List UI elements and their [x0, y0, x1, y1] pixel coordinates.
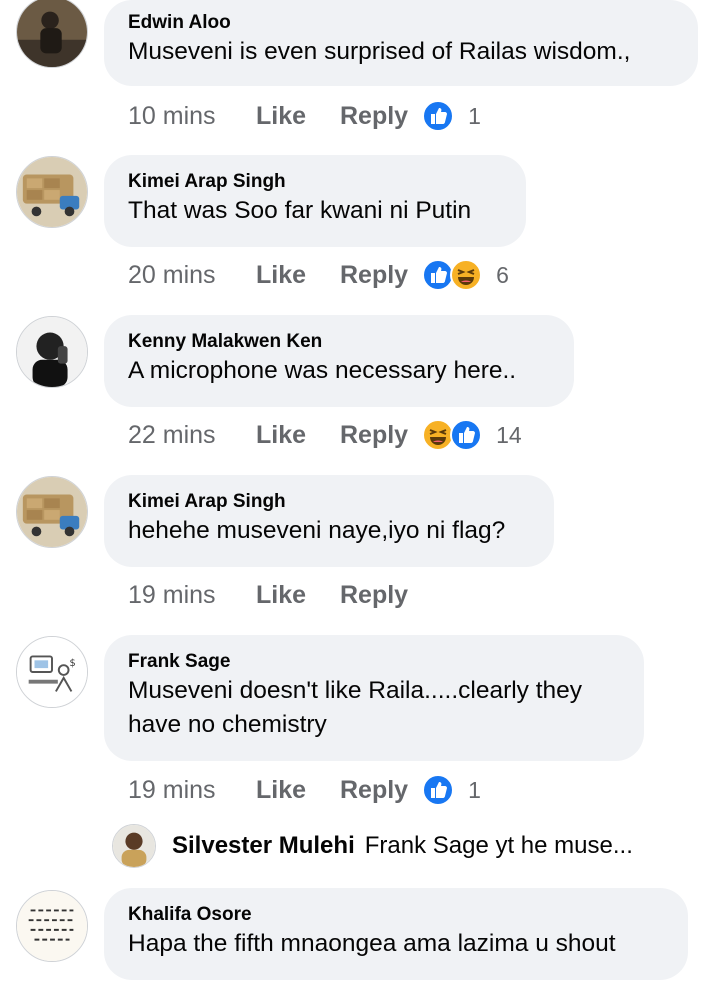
reply-preview[interactable]: Silvester Mulehi Frank Sage yt he muse..… — [112, 824, 633, 868]
reply-author-name[interactable]: Silvester Mulehi — [172, 832, 355, 860]
comment-time[interactable]: 20 mins — [128, 261, 256, 290]
like-reaction-icon — [422, 774, 455, 806]
avatar[interactable] — [16, 476, 88, 548]
like-button[interactable]: Like — [256, 581, 340, 610]
comment-actions: 19 mins Like Reply — [128, 575, 422, 615]
svg-text:$: $ — [70, 658, 76, 669]
like-reaction-icon — [422, 100, 455, 132]
reply-avatar[interactable] — [112, 824, 156, 868]
comment-bubble[interactable]: Kimei Arap Singh hehehe museveni naye,iy… — [104, 475, 554, 567]
reply-button[interactable]: Reply — [340, 421, 408, 450]
reaction-summary[interactable]: 1 — [422, 774, 481, 806]
comment-actions: 10 mins Like Reply 1 — [128, 96, 481, 136]
comment-text: That was Soo far kwani ni Putin — [128, 197, 472, 224]
comment-text: Museveni doesn't like Raila.....clearly … — [128, 677, 583, 738]
haha-reaction-icon — [450, 259, 483, 291]
reaction-summary[interactable]: 1 — [422, 100, 481, 132]
like-button[interactable]: Like — [256, 421, 340, 450]
comment-time[interactable]: 19 mins — [128, 581, 256, 610]
comment-text: Museveni is even surprised of Railas wis… — [128, 38, 631, 65]
comment-time[interactable]: 22 mins — [128, 421, 256, 450]
commenter-name[interactable]: Kimei Arap Singh — [128, 170, 504, 194]
commenter-name[interactable]: Kenny Malakwen Ken — [128, 330, 552, 354]
like-button[interactable]: Like — [256, 102, 340, 131]
reaction-count: 1 — [468, 102, 481, 129]
comment-bubble[interactable]: Edwin Aloo Museveni is even surprised of… — [104, 0, 698, 86]
avatar[interactable] — [16, 890, 88, 962]
comment-bubble[interactable]: Kenny Malakwen Ken A microphone was nece… — [104, 315, 574, 407]
reaction-count: 6 — [496, 261, 509, 288]
reaction-summary[interactable]: 14 — [422, 419, 522, 451]
avatar[interactable] — [16, 316, 88, 388]
commenter-name[interactable]: Frank Sage — [128, 650, 622, 674]
reply-button[interactable]: Reply — [340, 102, 408, 131]
comment-text: A microphone was necessary here.. — [128, 357, 517, 384]
comment-text: hehehe museveni naye,iyo ni flag? — [128, 517, 506, 544]
reaction-summary[interactable]: 6 — [422, 259, 509, 291]
reply-button[interactable]: Reply — [340, 776, 408, 805]
comment-actions: 22 mins Like Reply 14 — [128, 415, 522, 455]
commenter-name[interactable]: Khalifa Osore — [128, 903, 666, 927]
reply-button[interactable]: Reply — [340, 581, 408, 610]
avatar[interactable] — [16, 156, 88, 228]
reply-snippet: Frank Sage yt he muse... — [364, 832, 633, 859]
comment-bubble[interactable]: Khalifa Osore Hapa the fifth mnaongea am… — [104, 888, 688, 980]
commenter-name[interactable]: Kimei Arap Singh — [128, 490, 532, 514]
avatar[interactable] — [16, 0, 88, 68]
avatar[interactable]: $ — [16, 636, 88, 708]
reply-button[interactable]: Reply — [340, 261, 408, 290]
like-reaction-icon — [450, 419, 483, 451]
comment-time[interactable]: 10 mins — [128, 102, 256, 131]
commenter-name[interactable]: Edwin Aloo — [128, 11, 676, 35]
comment-bubble[interactable]: Frank Sage Museveni doesn't like Raila..… — [104, 635, 644, 761]
comment-actions: 20 mins Like Reply 6 — [128, 255, 509, 295]
like-button[interactable]: Like — [256, 261, 340, 290]
comment-time[interactable]: 19 mins — [128, 776, 256, 805]
like-button[interactable]: Like — [256, 776, 340, 805]
comment-actions: 19 mins Like Reply 1 — [128, 770, 481, 810]
comment-bubble[interactable]: Kimei Arap Singh That was Soo far kwani … — [104, 155, 526, 247]
reaction-count: 14 — [496, 421, 522, 448]
comment-text: Hapa the fifth mnaongea ama lazima u sho… — [128, 930, 616, 957]
reaction-count: 1 — [468, 776, 481, 803]
